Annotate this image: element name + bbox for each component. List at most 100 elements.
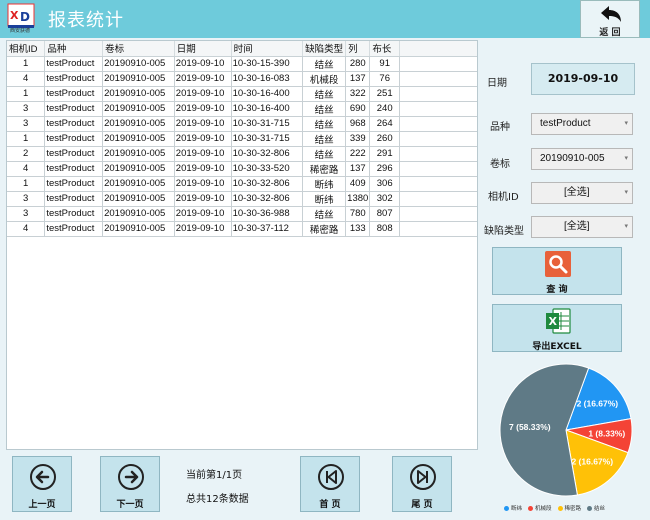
table-row[interactable]: 1 testProduct 20190910-005 2019-09-10 10-30-… <box>7 131 477 147</box>
last-page-label: 尾 页 <box>411 500 433 510</box>
table-cell: 2019-09-10 <box>174 206 232 222</box>
col-header-defect[interactable]: 缺陷类型 <box>302 41 347 57</box>
table-cell: 20190910-005 <box>102 176 175 192</box>
total-count-text: 总共12条数据 <box>186 494 249 505</box>
table-cell: 339 <box>345 131 371 147</box>
data-table-panel[interactable]: 相机ID 品种 卷标 日期 时间 缺陷类型 列 布长 1 testProduct 2… <box>6 40 478 450</box>
table-cell: 10-30-36-988 <box>231 206 304 222</box>
next-page-button[interactable]: 下一页 <box>100 456 160 512</box>
table-cell: 2019-09-10 <box>174 161 232 177</box>
table-cell: 296 <box>369 161 401 177</box>
table-cell: 20190910-005 <box>102 116 175 132</box>
camera-select[interactable]: [全选] ▾ <box>531 182 633 204</box>
first-page-button[interactable]: 首 页 <box>300 456 360 512</box>
svg-text:D: D <box>20 10 30 24</box>
query-button[interactable]: 查 询 <box>492 247 622 295</box>
table-cell: testProduct <box>44 221 104 237</box>
defect-type-select[interactable]: [全选] ▾ <box>531 216 633 238</box>
last-page-button[interactable]: 尾 页 <box>392 456 452 512</box>
product-select[interactable]: testProduct ▾ <box>531 113 633 135</box>
table-row[interactable]: 3 testProduct 20190910-005 2019-09-10 10-30-… <box>7 206 477 222</box>
table-header-row: 相机ID 品种 卷标 日期 时间 缺陷类型 列 布长 <box>7 41 477 57</box>
table-cell: 20190910-005 <box>102 56 175 72</box>
table-cell: 2019-09-10 <box>174 191 232 207</box>
table-cell: 322 <box>345 86 371 102</box>
table-row[interactable]: 1 testProduct 20190910-005 2019-09-10 10-30-… <box>7 176 477 192</box>
back-label: 返 回 <box>599 28 621 38</box>
col-header-product[interactable]: 品种 <box>44 41 104 57</box>
table-cell: testProduct <box>44 131 104 147</box>
table-cell: 10-30-33-520 <box>231 161 304 177</box>
table-row[interactable]: 4 testProduct 20190910-005 2019-09-10 10-30-… <box>7 71 477 87</box>
legend-item: 机械段 <box>528 506 552 512</box>
table-cell: 20190910-005 <box>102 71 175 87</box>
table-cell: 3 <box>7 116 46 132</box>
table-cell-filler <box>399 116 477 132</box>
table-row[interactable]: 4 testProduct 20190910-005 2019-09-10 10-30-… <box>7 221 477 237</box>
table-cell: 稀密路 <box>302 221 347 237</box>
table-row[interactable]: 1 testProduct 20190910-005 2019-09-10 10-30-… <box>7 56 477 72</box>
table-cell: 20190910-005 <box>102 86 175 102</box>
col-header-column[interactable]: 列 <box>345 41 371 57</box>
query-label: 查 询 <box>546 285 568 295</box>
date-label: 日期 <box>487 78 507 89</box>
table-cell: 306 <box>369 176 401 192</box>
table-cell: 10-30-31-715 <box>231 116 304 132</box>
table-cell: 968 <box>345 116 371 132</box>
skip-last-icon <box>410 464 436 490</box>
table-cell: 1 <box>7 86 46 102</box>
pie-legend: 断纬 机械段 稀密路 结丝 <box>504 504 611 512</box>
prev-page-button[interactable]: 上一页 <box>12 456 72 512</box>
table-cell: 3 <box>7 191 46 207</box>
table-cell: 2019-09-10 <box>174 176 232 192</box>
legend-swatch <box>587 506 593 511</box>
col-header-camera[interactable]: 相机ID <box>7 41 46 57</box>
col-header-date[interactable]: 日期 <box>174 41 232 57</box>
date-field[interactable]: 2019-09-10 <box>531 63 635 95</box>
table-row[interactable]: 3 testProduct 20190910-005 2019-09-10 10-30-… <box>7 101 477 117</box>
pie-slice-label: 1 (8.33%) <box>588 429 625 439</box>
table-row[interactable]: 3 testProduct 20190910-005 2019-09-10 10-30-… <box>7 191 477 207</box>
table-cell: 10-30-32-806 <box>231 146 304 162</box>
table-row[interactable]: 2 testProduct 20190910-005 2019-09-10 10-30-… <box>7 146 477 162</box>
export-label: 导出EXCEL <box>532 342 582 352</box>
table-cell: 76 <box>369 71 401 87</box>
table-cell: 4 <box>7 71 46 87</box>
back-button[interactable]: 返 回 <box>580 0 640 38</box>
export-excel-button[interactable]: X 导出EXCEL <box>492 304 622 352</box>
back-arrow-icon <box>601 6 621 22</box>
table-cell: 291 <box>369 146 401 162</box>
table-cell-filler <box>399 101 477 117</box>
camera-label: 相机ID <box>488 192 519 203</box>
table-cell: 断纬 <box>302 191 347 207</box>
table-cell: 结丝 <box>302 131 347 147</box>
col-header-time[interactable]: 时间 <box>231 41 304 57</box>
header-bar: X D 西安获德 报表统计 返 回 <box>0 0 650 38</box>
search-icon <box>545 251 571 277</box>
table-row[interactable]: 3 testProduct 20190910-005 2019-09-10 10-30-… <box>7 116 477 132</box>
col-header-length[interactable]: 布长 <box>369 41 401 57</box>
legend-swatch <box>557 506 563 511</box>
col-header-roll[interactable]: 卷标 <box>102 41 175 57</box>
table-cell: 91 <box>369 56 401 72</box>
table-cell: 1 <box>7 56 46 72</box>
roll-select[interactable]: 20190910-005 ▾ <box>531 148 633 170</box>
table-cell: 2019-09-10 <box>174 101 232 117</box>
product-select-value: testProduct <box>540 118 591 129</box>
table-cell: 2019-09-10 <box>174 131 232 147</box>
first-page-label: 首 页 <box>319 500 341 510</box>
table-cell: 稀密路 <box>302 161 347 177</box>
table-cell: 10-30-31-715 <box>231 131 304 147</box>
roll-select-value: 20190910-005 <box>540 153 605 164</box>
table-cell: 断纬 <box>302 176 347 192</box>
table-cell: 10-30-32-806 <box>231 191 304 207</box>
table-cell: 780 <box>345 206 371 222</box>
table-cell: 2019-09-10 <box>174 221 232 237</box>
defect-pie-chart: 2 (16.67%) 1 (8.33%) 2 (16.67%) 7 (58.33%) <box>499 363 633 497</box>
table-row[interactable]: 4 testProduct 20190910-005 2019-09-10 10-30-… <box>7 161 477 177</box>
svg-text:X: X <box>10 9 19 22</box>
table-row[interactable]: 1 testProduct 20190910-005 2019-09-10 10-30-… <box>7 86 477 102</box>
table-cell: 3 <box>7 206 46 222</box>
next-page-label: 下一页 <box>116 500 144 510</box>
table-cell: 2 <box>7 146 46 162</box>
